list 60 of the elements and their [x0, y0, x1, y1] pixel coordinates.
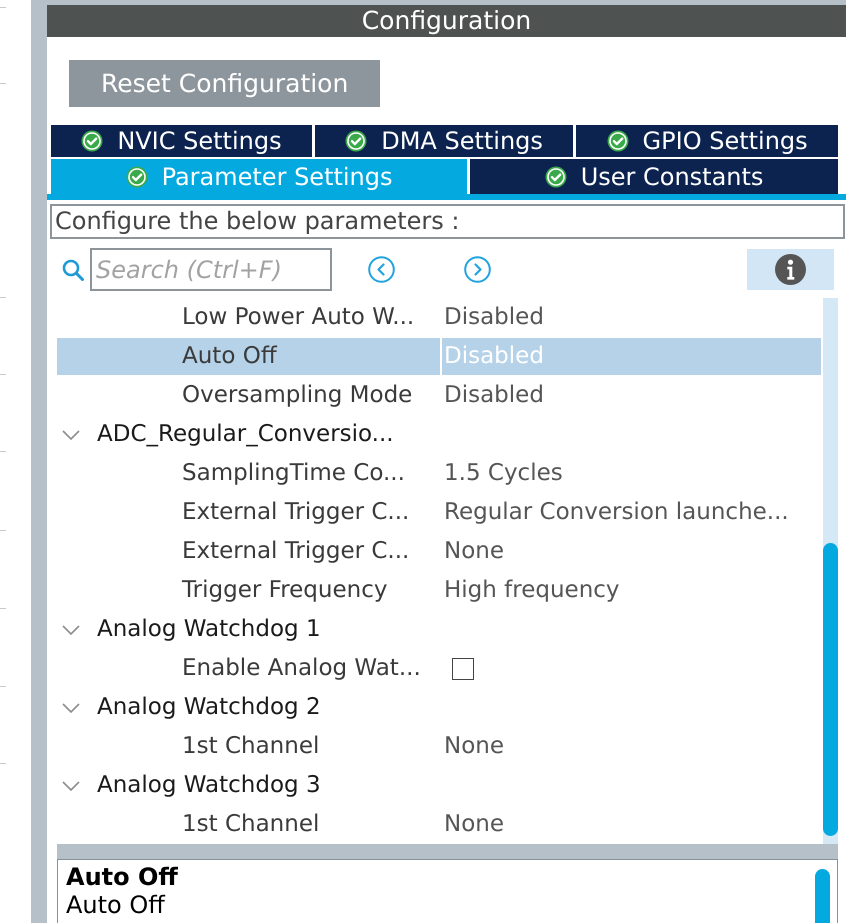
tree-row[interactable]: External Trigger C... Regular Conversion launche...: [57, 493, 821, 532]
search-field[interactable]: Search (Ctrl+F): [90, 248, 332, 291]
parameter-value: None: [444, 537, 504, 566]
tree-row[interactable]: Auto Off Disabled: [57, 337, 821, 376]
tree-row[interactable]: Enable Analog Wat...: [57, 649, 821, 688]
panel-title: Configuration: [47, 5, 846, 37]
description-text: Auto Off: [66, 891, 165, 919]
parameter-name: Oversampling Mode: [182, 381, 412, 410]
chevron-down-icon[interactable]: [62, 702, 80, 712]
tree-row[interactable]: ADC_Regular_Conversio...: [57, 415, 821, 454]
tree-row[interactable]: 1st Channel None: [57, 805, 821, 844]
parameter-value: None: [444, 732, 504, 761]
chevron-down-icon[interactable]: [62, 430, 80, 440]
group-label: Analog Watchdog 3: [97, 771, 321, 800]
tree-row[interactable]: Analog Watchdog 1: [57, 610, 821, 649]
tree-row[interactable]: Analog Watchdog 2: [57, 688, 821, 727]
tree-row[interactable]: Oversampling Mode Disabled: [57, 376, 821, 415]
instruction-text: Configure the below parameters :: [50, 204, 845, 239]
scrollbar-track[interactable]: [823, 298, 838, 844]
parameter-value: 1.5 Cycles: [444, 459, 563, 488]
parameter-value: High frequency: [444, 576, 620, 605]
checkbox[interactable]: [452, 658, 474, 680]
parameter-name: Auto Off: [182, 342, 277, 371]
parameter-name: External Trigger C...: [182, 537, 410, 566]
circle-chevron-left-icon[interactable]: [368, 256, 395, 283]
tab[interactable]: User Constants: [470, 159, 838, 194]
group-label: Analog Watchdog 1: [97, 615, 321, 644]
group-label: ADC_Regular_Conversio...: [97, 420, 394, 449]
chevron-down-icon[interactable]: [62, 624, 80, 634]
info-button[interactable]: [747, 249, 834, 290]
parameter-name: 1st Channel: [182, 810, 320, 839]
parameter-name: Low Power Auto W...: [182, 303, 414, 332]
parameter-value: Disabled: [444, 303, 544, 332]
tree-row[interactable]: Trigger Frequency High frequency: [57, 571, 821, 610]
parameter-name: Trigger Frequency: [182, 576, 388, 605]
tree-row[interactable]: Low Power Auto W... Disabled: [57, 298, 821, 337]
search-icon[interactable]: [62, 258, 84, 280]
splitter-handle[interactable]: [57, 844, 838, 859]
tab[interactable]: NVIC Settings: [51, 125, 312, 157]
tree-row[interactable]: External Trigger C... None: [57, 532, 821, 571]
parameter-value: Disabled: [444, 381, 544, 410]
description-title: Auto Off: [66, 863, 178, 891]
info-icon: [775, 254, 806, 285]
parameter-name: External Trigger C...: [182, 498, 410, 527]
tree-row[interactable]: SamplingTime Co... 1.5 Cycles: [57, 454, 821, 493]
parameter-value: None: [444, 810, 504, 839]
chevron-down-icon[interactable]: [62, 780, 80, 790]
scrollbar-thumb[interactable]: [815, 869, 830, 923]
tab[interactable]: DMA Settings: [314, 125, 574, 157]
tree-row[interactable]: Analog Watchdog 3: [57, 766, 821, 805]
group-label: Analog Watchdog 2: [97, 693, 321, 722]
scrollbar-thumb[interactable]: [823, 543, 838, 836]
parameter-value: Regular Conversion launche...: [444, 498, 789, 527]
tab[interactable]: GPIO Settings: [576, 125, 838, 157]
parameter-name: Enable Analog Wat...: [182, 654, 421, 683]
circle-chevron-right-icon[interactable]: [464, 256, 491, 283]
parameter-value: Disabled: [444, 342, 544, 371]
parameter-name: SamplingTime Co...: [182, 459, 405, 488]
tree-row[interactable]: 1st Channel None: [57, 727, 821, 766]
parameter-name: 1st Channel: [182, 732, 320, 761]
